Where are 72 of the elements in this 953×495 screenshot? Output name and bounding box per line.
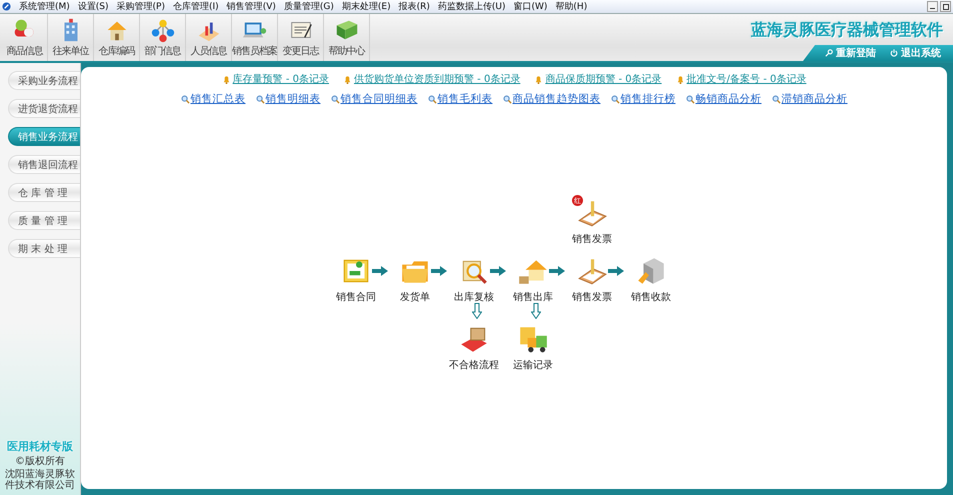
flow-step[interactable]: 销售发票 — [568, 255, 616, 304]
menu-item[interactable]: 报表(R) — [398, 0, 430, 13]
molecule-icon — [150, 17, 176, 43]
toolbar-button[interactable]: 商品信息 — [2, 14, 48, 61]
sidebar-item[interactable]: 销售退回流程 — [8, 155, 80, 174]
flow-arrow — [549, 266, 565, 276]
menu-item[interactable]: 系统管理(M) — [19, 0, 70, 13]
copyright-text: ©版权所有 — [15, 456, 65, 467]
flow-step[interactable]: 出库复核 — [450, 255, 498, 304]
report-link[interactable]: 销售排行榜 — [610, 92, 676, 106]
flow-arrow — [372, 266, 388, 276]
magnifier-icon — [180, 94, 190, 104]
app-title: 蓝海灵豚医疗器械管理软件 — [751, 20, 944, 41]
bell-icon — [342, 74, 352, 84]
toolbar-button[interactable]: 人员信息 — [186, 14, 232, 61]
flow-arrow — [608, 266, 624, 276]
edition-label: 医用耗材专版 — [7, 439, 73, 454]
flow-step[interactable]: 销售合同 — [332, 255, 380, 304]
menu-item[interactable]: 帮助(H) — [555, 0, 588, 13]
report-link[interactable]: 销售毛利表 — [428, 92, 492, 106]
bell-icon — [222, 74, 231, 84]
toolbar-button[interactable]: 销售员档案 — [232, 14, 278, 61]
menu-item[interactable]: 期末处理(E) — [342, 0, 391, 13]
toolbar-button[interactable]: 往来单位 — [48, 14, 94, 61]
menu-item[interactable]: 销售管理(V) — [226, 0, 276, 13]
flow-step[interactable]: 不合格流程 — [450, 323, 498, 372]
alert-link[interactable]: 批准文号/备案号 - 0条记录 — [676, 72, 806, 86]
company-name: 沈阳蓝海灵豚软件技术有限公司 — [4, 469, 76, 491]
magnifier-icon — [256, 94, 264, 104]
menu-item[interactable]: 采购管理(P) — [116, 0, 165, 13]
bell-icon — [676, 74, 685, 84]
flow-arrow — [531, 303, 541, 319]
toolbar-button[interactable]: 仓库编码 — [94, 14, 140, 61]
flow-step[interactable]: 运输记录 — [509, 323, 557, 372]
menu-item[interactable]: 质量管理(G) — [284, 0, 334, 13]
app-logo-icon — [2, 2, 11, 11]
magnifier-icon — [772, 94, 780, 104]
magnifier-icon — [330, 94, 340, 104]
magnifier-icon — [610, 94, 620, 104]
flow-arrow — [490, 266, 506, 276]
minimize-icon[interactable] — [927, 1, 938, 12]
sidebar-item[interactable]: 质 量 管 理 — [8, 211, 80, 230]
key-icon — [825, 49, 833, 57]
report-link[interactable]: 滞销商品分析 — [772, 92, 848, 106]
menu-item[interactable]: 设置(S) — [78, 0, 109, 13]
report-link[interactable]: 销售合同明细表 — [330, 92, 418, 106]
toolbar-button[interactable]: 部门信息 — [140, 14, 186, 61]
flow-step[interactable]: 销售出库 — [509, 255, 557, 304]
menu-item[interactable]: 药监数据上传(U) — [438, 0, 506, 13]
sidebar-item[interactable]: 采购业务流程 — [8, 71, 80, 90]
magnifier-icon — [428, 94, 436, 104]
flow-step[interactable]: 发货单 — [391, 255, 439, 304]
report-link[interactable]: 畅销商品分析 — [686, 92, 762, 106]
alert-link[interactable]: 库存量预警 - 0条记录 — [222, 72, 329, 86]
sidebar-item[interactable]: 仓 库 管 理 — [8, 183, 80, 202]
power-icon — [890, 49, 898, 57]
sidebar-item[interactable]: 进货退货流程 — [8, 99, 80, 118]
flow-arrow — [431, 266, 447, 276]
report-link[interactable]: 销售明细表 — [256, 92, 320, 106]
toolbar-button[interactable]: 帮助中心 — [324, 14, 370, 61]
toolbar-button[interactable]: 变更日志 — [278, 14, 324, 61]
flow-arrow — [472, 303, 482, 319]
menu-item[interactable]: 窗口(W) — [514, 0, 548, 13]
magnifier-icon — [686, 94, 694, 104]
magnifier-icon — [502, 94, 512, 104]
sidebar-item[interactable]: 期 末 处 理 — [8, 239, 80, 258]
menu-item[interactable]: 仓库管理(I) — [173, 0, 219, 13]
flow-step[interactable]: 销售收款 — [627, 255, 675, 304]
alert-link[interactable]: 供货购货单位资质到期预警 - 0条记录 — [342, 72, 520, 86]
alert-link[interactable]: 商品保质期预警 - 0条记录 — [534, 72, 662, 86]
restore-icon[interactable] — [940, 1, 951, 12]
bell-icon — [534, 74, 544, 84]
